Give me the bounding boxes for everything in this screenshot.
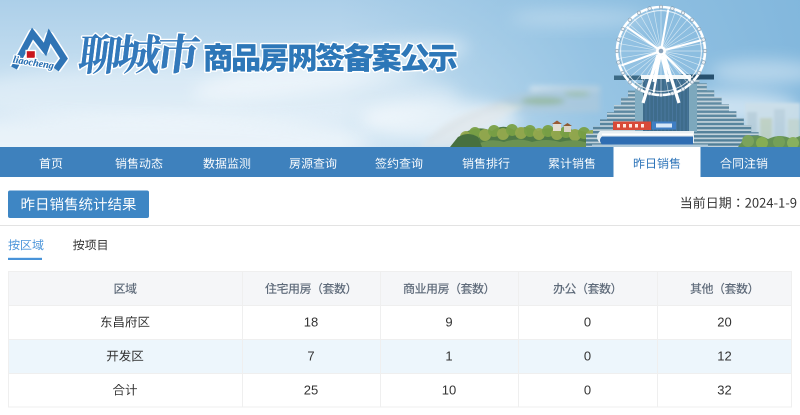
svg-text:25: 25 (304, 383, 318, 398)
svg-text:9: 9 (445, 315, 452, 330)
svg-text:7: 7 (307, 349, 314, 364)
svg-text:32: 32 (717, 383, 731, 398)
svg-text:0: 0 (584, 315, 591, 330)
svg-text:1: 1 (445, 349, 452, 364)
svg-text:0: 0 (584, 383, 591, 398)
svg-text:0: 0 (584, 349, 591, 364)
svg-text:18: 18 (304, 315, 318, 330)
svg-text:10: 10 (442, 383, 456, 398)
svg-text:12: 12 (717, 349, 731, 364)
svg-text:20: 20 (717, 315, 731, 330)
